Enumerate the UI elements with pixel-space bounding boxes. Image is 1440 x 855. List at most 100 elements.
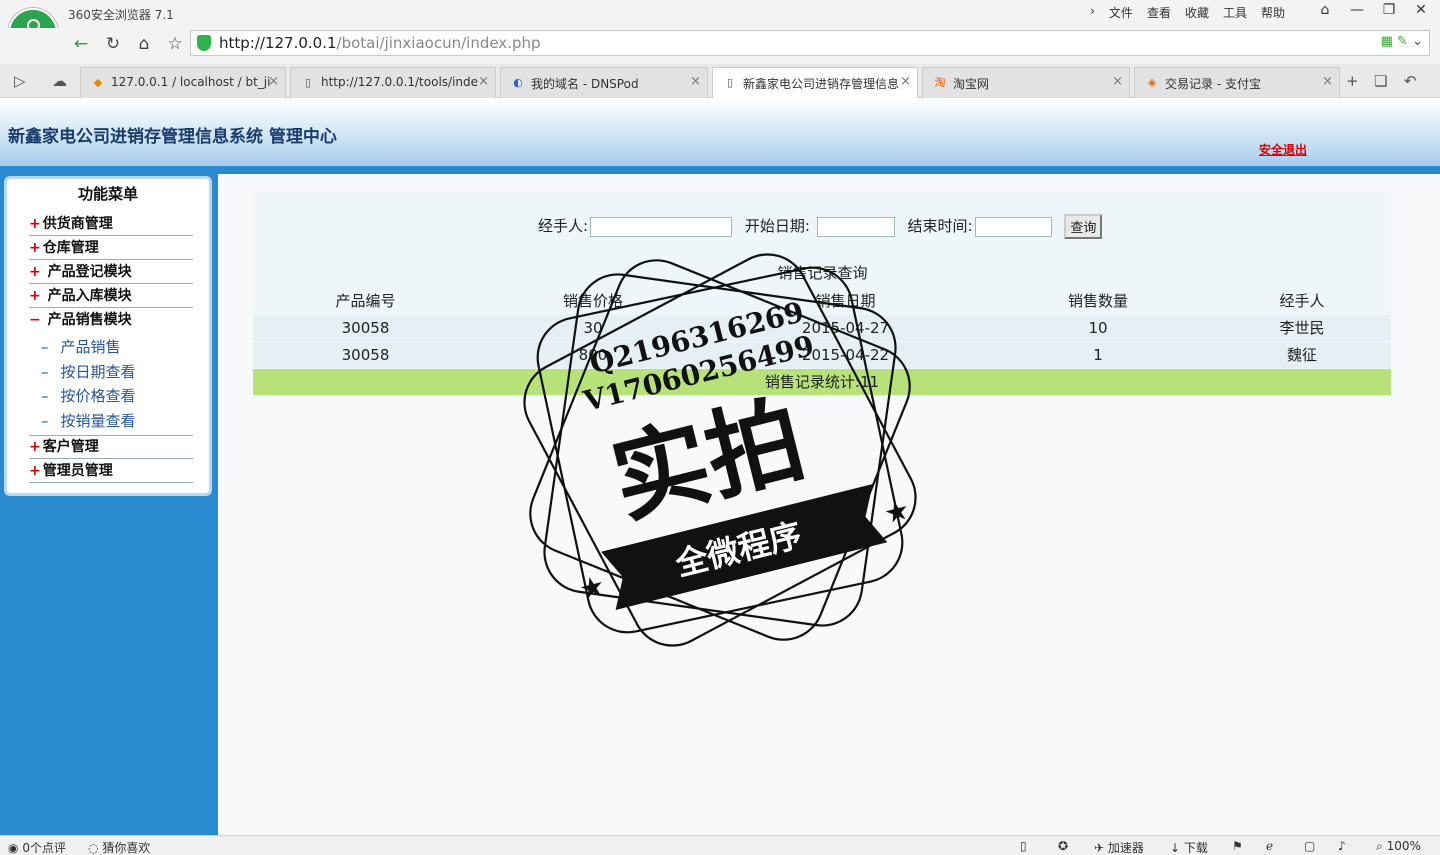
refresh-icon[interactable]: ↻ — [100, 32, 126, 56]
tab-close-icon[interactable]: × — [268, 74, 279, 89]
tab-taobao[interactable]: 淘 淘宝网 × — [922, 67, 1130, 98]
menu-favorites[interactable]: 收藏 — [1185, 4, 1209, 21]
sidebar-subitem-by-price[interactable]: – 按价格查看 — [41, 385, 136, 406]
tab-phpmyadmin[interactable]: ◆ 127.0.0.1 / localhost / bt_ji × — [80, 67, 286, 98]
col-handler: 经手人 — [1279, 292, 1325, 310]
collapse-minus-icon: − — [29, 312, 41, 328]
query-button[interactable]: 查询 — [1064, 214, 1103, 239]
speaker-icon[interactable]: ♪ — [1338, 839, 1346, 853]
new-tab-plus-icon[interactable]: + — [1346, 72, 1359, 90]
sidebar-item-product-stockin[interactable]: + 产品入库模块 — [29, 285, 193, 308]
menu-view[interactable]: 查看 — [1147, 4, 1171, 21]
flag-icon[interactable]: ⚑ — [1232, 839, 1243, 853]
cloud-icon[interactable]: ☁ — [52, 72, 67, 90]
accelerator-button[interactable]: ✈ 加速器 — [1094, 839, 1144, 855]
expand-plus-icon: + — [29, 240, 41, 256]
start-date-input[interactable] — [816, 216, 895, 237]
tab-close-icon[interactable]: × — [478, 74, 489, 89]
more-chevron-icon[interactable]: › — [1090, 4, 1095, 21]
sparkle-icon: ◌ — [88, 841, 99, 855]
expand-plus-icon: + — [29, 216, 41, 232]
col-quantity: 销售数量 — [1067, 292, 1128, 310]
function-menu: 功能菜单 + 供货商管理 + 仓库管理 + 产品登记模块 + 产品入库模块 − 产品… — [4, 176, 212, 496]
page-icon: ▯ — [304, 76, 312, 89]
minimize-icon[interactable]: — — [1346, 2, 1368, 18]
col-product-id: 产品编号 — [335, 292, 396, 310]
tab-label: 我的域名 - DNSPod — [531, 77, 639, 91]
expand-plus-icon: + — [29, 264, 41, 280]
sidebar-item-customers[interactable]: + 客户管理 — [29, 436, 193, 459]
sidebar-item-suppliers[interactable]: + 供货商管理 — [29, 213, 193, 236]
tab-close-icon[interactable]: × — [1322, 74, 1333, 89]
address-tools-icons[interactable]: ▦ ✎ ⌄ — [1381, 34, 1423, 49]
tab-list-icon[interactable]: ❏ — [1374, 72, 1387, 90]
app-header: 新鑫家电公司进销存管理信息系统 管理中心 安全退出 — [0, 98, 1440, 174]
tab-label: 127.0.0.1 / localhost / bt_ji — [111, 75, 271, 89]
browser-tabbar: ▷ ☁ ◆ 127.0.0.1 / localhost / bt_ji × ▯ … — [0, 64, 1440, 98]
handler-input[interactable] — [590, 216, 733, 237]
url-text[interactable]: http://127.0.0.1/botai/jinxiaocun/index.… — [219, 34, 541, 52]
phpmyadmin-icon: ◆ — [93, 76, 103, 89]
tab-close-icon[interactable]: × — [1112, 74, 1123, 89]
comments-status[interactable]: ◉ 0个点评 — [8, 839, 66, 855]
clean-icon[interactable]: ✪ — [1058, 839, 1068, 853]
star-icon: ★ — [576, 568, 608, 606]
dnspod-icon: ◐ — [513, 76, 523, 89]
menu-file[interactable]: 文件 — [1109, 4, 1133, 21]
window-controls: ⌂ — ❐ ✕ — [1314, 2, 1432, 18]
header-stripe — [0, 166, 1440, 174]
restore-icon[interactable]: ❐ — [1378, 2, 1400, 18]
favorite-star-icon[interactable]: ☆ — [162, 32, 188, 56]
browser-statusbar: ◉ 0个点评 ◌ 猜你喜欢 ▯ ✪ ✈ 加速器 ↓ 下载 ⚑ ℯ ▢ ♪ ⌕ 1… — [0, 835, 1440, 855]
sidebar-item-product-register[interactable]: + 产品登记模块 — [29, 261, 193, 284]
tab-label: 淘宝网 — [953, 77, 990, 91]
tab-close-icon[interactable]: × — [690, 74, 701, 89]
alipay-shield-icon: ◈ — [1147, 76, 1157, 89]
tab-close-icon[interactable]: × — [900, 74, 911, 89]
phone-icon[interactable]: ▯ — [1020, 839, 1027, 853]
close-icon[interactable]: ✕ — [1410, 2, 1432, 18]
home-icon[interactable]: ⌂ — [131, 32, 157, 56]
address-bar[interactable]: http://127.0.0.1/botai/jinxiaocun/index.… — [190, 30, 1430, 56]
zoom-control[interactable]: ⌕ 100% — [1376, 839, 1421, 854]
tab-tools[interactable]: ▯ http://127.0.0.1/tools/inde × — [290, 67, 496, 98]
handler-label: 经手人: — [538, 217, 589, 235]
guess-status[interactable]: ◌ 猜你喜欢 — [88, 839, 150, 855]
tab-label: 交易记录 - 支付宝 — [1165, 77, 1261, 91]
tab-current-system[interactable]: ▯ 新鑫家电公司进销存管理信息 × — [712, 67, 918, 98]
browser-titlebar: 360安全浏览器 7.1 › 文件 查看 收藏 工具 帮助 ⌂ — ❐ ✕ — [0, 0, 1440, 28]
sidebar-subitem-by-date[interactable]: – 按日期查看 — [41, 361, 136, 382]
undo-close-icon[interactable]: ↶ — [1404, 72, 1417, 90]
rocket-icon: ✈ — [1094, 841, 1105, 855]
ie-icon[interactable]: ℯ — [1266, 839, 1273, 853]
tab-dnspod[interactable]: ◐ 我的域名 - DNSPod × — [500, 67, 708, 98]
star-icon: ★ — [881, 493, 913, 531]
divider — [29, 412, 193, 436]
start-date-label: 开始日期: — [744, 217, 810, 235]
comment-icon: ◉ — [8, 841, 19, 855]
query-form: 经手人: 开始日期: 结束时间: 查询 — [538, 214, 1103, 239]
sidebar-item-admins[interactable]: + 管理员管理 — [29, 460, 193, 483]
menu-title: 功能菜单 — [77, 185, 138, 203]
tab-label: 新鑫家电公司进销存管理信息 — [743, 77, 900, 91]
window-icon[interactable]: ▢ — [1304, 839, 1315, 853]
sidebar: 功能菜单 + 供货商管理 + 仓库管理 + 产品登记模块 + 产品入库模块 − 产品… — [0, 174, 218, 835]
download-button[interactable]: ↓ 下载 — [1170, 839, 1208, 855]
taobao-icon: 淘 — [934, 76, 946, 89]
back-arrow-icon[interactable]: ← — [68, 32, 94, 56]
watermark-stamp: Q2196316269 V17060256499 实拍 全微程序 ★ ★ — [523, 253, 917, 647]
logout-link[interactable]: 安全退出 — [1259, 141, 1307, 158]
skin-icon[interactable]: ⌂ — [1314, 2, 1336, 18]
end-date-input[interactable] — [974, 216, 1052, 237]
security-shield-icon — [197, 35, 211, 51]
zoom-magnifier-icon: ⌕ — [1376, 839, 1383, 853]
download-icon: ↓ — [1170, 841, 1181, 855]
sidebar-toggle-icon[interactable]: ▷ — [14, 72, 26, 90]
menu-help[interactable]: 帮助 — [1261, 4, 1285, 21]
sidebar-subitem-product-sale[interactable]: – 产品销售 — [41, 336, 121, 357]
tab-alipay[interactable]: ◈ 交易记录 - 支付宝 × — [1134, 67, 1340, 98]
sidebar-item-product-sales[interactable]: − 产品销售模块 — [29, 309, 193, 332]
sidebar-item-warehouse[interactable]: + 仓库管理 — [29, 237, 193, 260]
menu-tools[interactable]: 工具 — [1223, 4, 1247, 21]
page-icon: ▯ — [726, 76, 734, 89]
